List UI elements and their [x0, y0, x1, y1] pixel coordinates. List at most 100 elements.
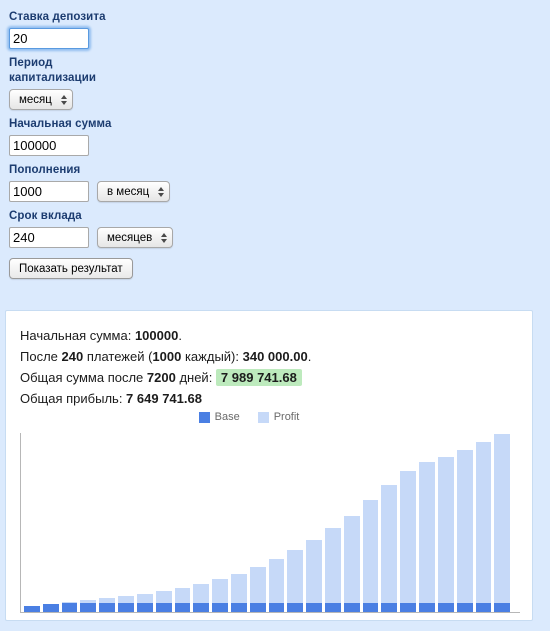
chart-bar: [381, 485, 398, 612]
contribution-amount-input[interactable]: [9, 181, 89, 202]
summary-initial-prefix: Начальная сумма:: [20, 328, 135, 343]
term-input[interactable]: [9, 227, 89, 248]
summary-grand-total: Общая сумма после 7200 дней: 7 989 741.6…: [20, 367, 532, 388]
legend-item-profit: Profit: [257, 411, 300, 423]
chart-bar-base-segment: [343, 603, 360, 612]
chart-bar-profit-segment: [475, 442, 492, 603]
chart-bar-profit-segment: [212, 579, 228, 603]
label-rate: Ставка депозита: [9, 11, 106, 23]
chart-bar-base-segment: [419, 603, 435, 612]
initial-amount-input[interactable]: [9, 135, 89, 156]
chart-bar: [494, 434, 511, 612]
label-contributions: Пополнения: [9, 164, 81, 176]
chart-bar-base-segment: [230, 603, 247, 612]
chart-bar-base-segment: [494, 603, 511, 612]
chart-bar: [475, 442, 492, 612]
chart-bar: [61, 602, 78, 612]
chart-bar: [42, 604, 59, 612]
chart-bar: [193, 584, 210, 612]
chart-bar: [174, 588, 191, 612]
growth-bar-chart: [20, 433, 520, 613]
chart-bar-profit-segment: [287, 550, 304, 603]
chart-bar: [268, 559, 285, 612]
chevron-updown-icon: [60, 94, 67, 105]
chart-bar: [437, 457, 454, 612]
row-initial: [9, 135, 550, 156]
label-period-line2: капитализации: [9, 72, 97, 84]
chart-bar-profit-segment: [325, 528, 341, 603]
contribution-frequency-select[interactable]: в месяц: [97, 181, 171, 202]
chart-bar-profit-segment: [268, 559, 285, 603]
legend-label-profit: Profit: [273, 411, 300, 423]
chart-bar-base-segment: [400, 603, 417, 612]
chevron-updown-icon: [161, 232, 168, 243]
chart-legend: Base Profit: [6, 411, 532, 423]
chart-bar-base-segment: [80, 603, 97, 612]
chart-bar-base-segment: [437, 603, 454, 612]
row-period: месяц: [9, 89, 550, 110]
chart-bar-profit-segment: [456, 450, 473, 603]
chart-bar-profit-segment: [249, 567, 266, 603]
summary-payments-mid1: платежей (: [83, 349, 153, 364]
chart-bar-profit-segment: [136, 594, 153, 603]
chart-bar-profit-segment: [362, 500, 379, 603]
summary-payments-total: 340 000.00: [242, 349, 308, 364]
summary-total-days: 7200: [146, 370, 176, 385]
contribution-frequency-value: в месяц: [107, 185, 150, 198]
chart-bar: [343, 516, 360, 612]
chart-bar: [306, 540, 322, 612]
row-term: месяцев: [9, 227, 550, 248]
period-select[interactable]: месяц: [9, 89, 73, 110]
chart-bar-profit-segment: [174, 588, 191, 603]
label-period: Период капитализации: [9, 56, 550, 86]
chart-bar-base-segment: [212, 603, 228, 612]
summary-profit-value: 7 649 741.68: [126, 391, 202, 406]
chart-bar-profit-segment: [118, 596, 134, 603]
results-summary: Начальная сумма: 100000. После 240 плате…: [6, 311, 532, 409]
chart-bar-base-segment: [155, 603, 172, 612]
chart-bar-profit-segment: [381, 485, 398, 603]
chart-bar-base-segment: [99, 603, 116, 612]
summary-profit-prefix: Общая прибыль:: [20, 391, 127, 406]
chart-bar-base-segment: [325, 603, 341, 612]
chart-bar-base-segment: [136, 603, 153, 612]
summary-initial-value: 100000: [134, 328, 179, 343]
show-result-button[interactable]: Показать результат: [9, 258, 133, 279]
chart-bar: [24, 606, 40, 612]
chart-bar-profit-segment: [494, 434, 511, 603]
chart-y-axis: [20, 433, 21, 613]
label-initial: Начальная сумма: [9, 118, 112, 130]
chart-bar-base-segment: [362, 603, 379, 612]
chevron-updown-icon: [158, 186, 165, 197]
rate-input[interactable]: [9, 28, 89, 49]
chart-bar-base-segment: [174, 603, 191, 612]
legend-item-base: Base: [198, 411, 240, 423]
summary-total-mid: дней:: [175, 370, 216, 385]
term-unit-value: месяцев: [107, 231, 153, 244]
legend-swatch-base-icon: [198, 411, 210, 423]
summary-payments-mid2: каждый):: [181, 349, 243, 364]
chart-bar-profit-segment: [230, 574, 247, 603]
term-unit-select[interactable]: месяцев: [97, 227, 174, 248]
deposit-calculator-form: Ставка депозита Период капитализации мес…: [0, 0, 550, 279]
chart-bar: [325, 528, 341, 612]
label-period-line1: Период: [9, 57, 53, 69]
chart-bar-profit-segment: [306, 540, 322, 603]
legend-swatch-profit-icon: [257, 411, 269, 423]
chart-bar-base-segment: [381, 603, 398, 612]
summary-total-highlight: 7 989 741.68: [215, 369, 302, 386]
chart-bar-profit-segment: [419, 462, 435, 603]
chart-bar-base-segment: [287, 603, 304, 612]
chart-x-axis: [20, 612, 520, 613]
chart-bar-profit-segment: [343, 516, 360, 603]
chart-bar: [136, 594, 153, 612]
chart-bar: [287, 550, 304, 612]
summary-initial-suffix: .: [178, 328, 182, 343]
chart-bar-profit-segment: [437, 457, 454, 603]
row-contributions: в месяц: [9, 181, 550, 202]
chart-bar: [99, 598, 116, 612]
results-panel: Начальная сумма: 100000. После 240 плате…: [5, 310, 533, 621]
chart-bar-base-segment: [24, 606, 40, 612]
summary-payments-each: 1000: [152, 349, 182, 364]
chart-bar-base-segment: [456, 603, 473, 612]
